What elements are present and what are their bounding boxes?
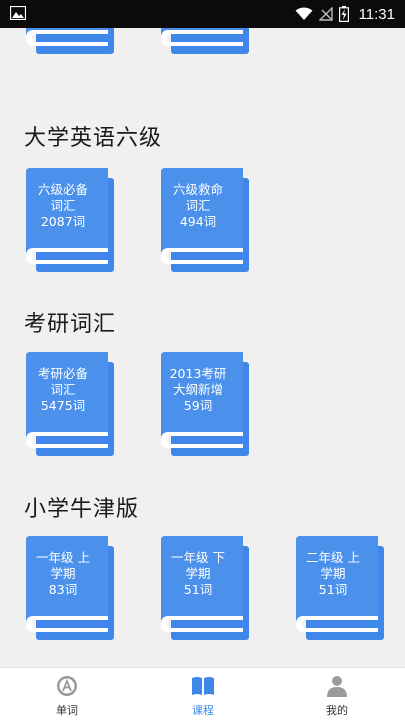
wifi-icon — [295, 7, 313, 20]
book-title-line: 考研必备 — [37, 366, 88, 381]
section-title: 小学牛津版 — [24, 497, 140, 522]
status-bar: 11:31 — [0, 0, 405, 28]
book-title-line: 六级必备 — [37, 182, 88, 197]
status-time: 11:31 — [358, 5, 395, 23]
course-book-card[interactable]: 200词 — [22, 28, 114, 54]
section-title: 考研词汇 — [24, 312, 117, 337]
book-cover-graphic — [161, 28, 249, 54]
nav-tab-1[interactable]: 课程 — [163, 668, 243, 721]
course-book-card[interactable]: 二年级 上学期 51词 — [292, 536, 384, 640]
book-title-line: 5475词 — [40, 398, 86, 413]
book-title-line: 2087词 — [40, 214, 86, 229]
image-notification-icon — [10, 6, 26, 20]
book-title-line: 学期 — [50, 566, 76, 581]
course-book-card[interactable]: 929词 — [157, 28, 249, 54]
book-title-line: 词汇 — [50, 198, 76, 213]
battery-charging-icon — [338, 6, 349, 22]
book-title-line: 学期 — [185, 566, 211, 581]
book-title-line: 51词 — [318, 582, 348, 597]
no-signal-icon — [318, 7, 333, 21]
course-book-card[interactable]: 一年级 下学期 51词 — [157, 536, 249, 640]
book-title-line: 六级救命 — [172, 182, 223, 197]
book-title: 六级必备 词汇 2087词 — [28, 182, 98, 230]
book-title-line: 494词 — [179, 214, 217, 229]
course-book-card[interactable]: 2013考研 大纲新增 59词 — [157, 352, 249, 456]
book-cover-graphic — [26, 28, 114, 54]
book-title-line: 59词 — [183, 398, 213, 413]
nav-label: 我的 — [326, 704, 348, 717]
book-title-line: 学期 — [320, 566, 346, 581]
book-title-line: 一年级 下 — [171, 550, 225, 565]
book-title-line: 一年级 上 — [36, 550, 90, 565]
book-title-line: 二年级 上 — [306, 550, 360, 565]
book-open-icon — [192, 677, 214, 695]
book-title-line: 词汇 — [50, 382, 76, 397]
nav-tab-2[interactable]: 我的 — [297, 668, 377, 721]
course-book-card[interactable]: 一年级 上学期 83词 — [22, 536, 114, 640]
section-title: 大学英语六级 — [24, 126, 163, 151]
course-list[interactable]: 200词 929词大学英语六级 六级必备词汇2087词 六级救命词汇494词考研… — [0, 28, 405, 666]
book-title: 二年级 上学期 51词 — [298, 550, 368, 598]
user-icon — [327, 676, 347, 697]
course-book-card[interactable]: 考研必备 词汇 5475词 — [22, 352, 114, 456]
book-title-line: 83词 — [48, 582, 78, 597]
status-right: 11:31 — [295, 0, 395, 28]
nav-label: 单词 — [56, 704, 78, 717]
book-title: 2013考研 大纲新增 59词 — [163, 366, 233, 414]
book-title: 一年级 上学期 83词 — [28, 550, 98, 598]
book-title: 考研必备 词汇 5475词 — [28, 366, 98, 414]
course-book-card[interactable]: 六级救命 词汇 494词 — [157, 168, 249, 272]
course-book-card[interactable]: 六级必备 词汇 2087词 — [22, 168, 114, 272]
book-title-line: 词汇 — [185, 198, 211, 213]
nav-label: 课程 — [192, 704, 214, 717]
book-title: 一年级 下学期 51词 — [163, 550, 233, 598]
nav-tab-0[interactable]: 单词 — [27, 668, 107, 721]
book-title-line: 51词 — [183, 582, 213, 597]
words-icon — [57, 676, 77, 696]
book-title-line: 大纲新增 — [172, 382, 223, 397]
book-title: 六级救命 词汇 494词 — [163, 182, 233, 230]
bottom-navigation: 单词 课程 我的 — [0, 667, 405, 721]
book-title-line: 2013考研 — [169, 366, 227, 381]
